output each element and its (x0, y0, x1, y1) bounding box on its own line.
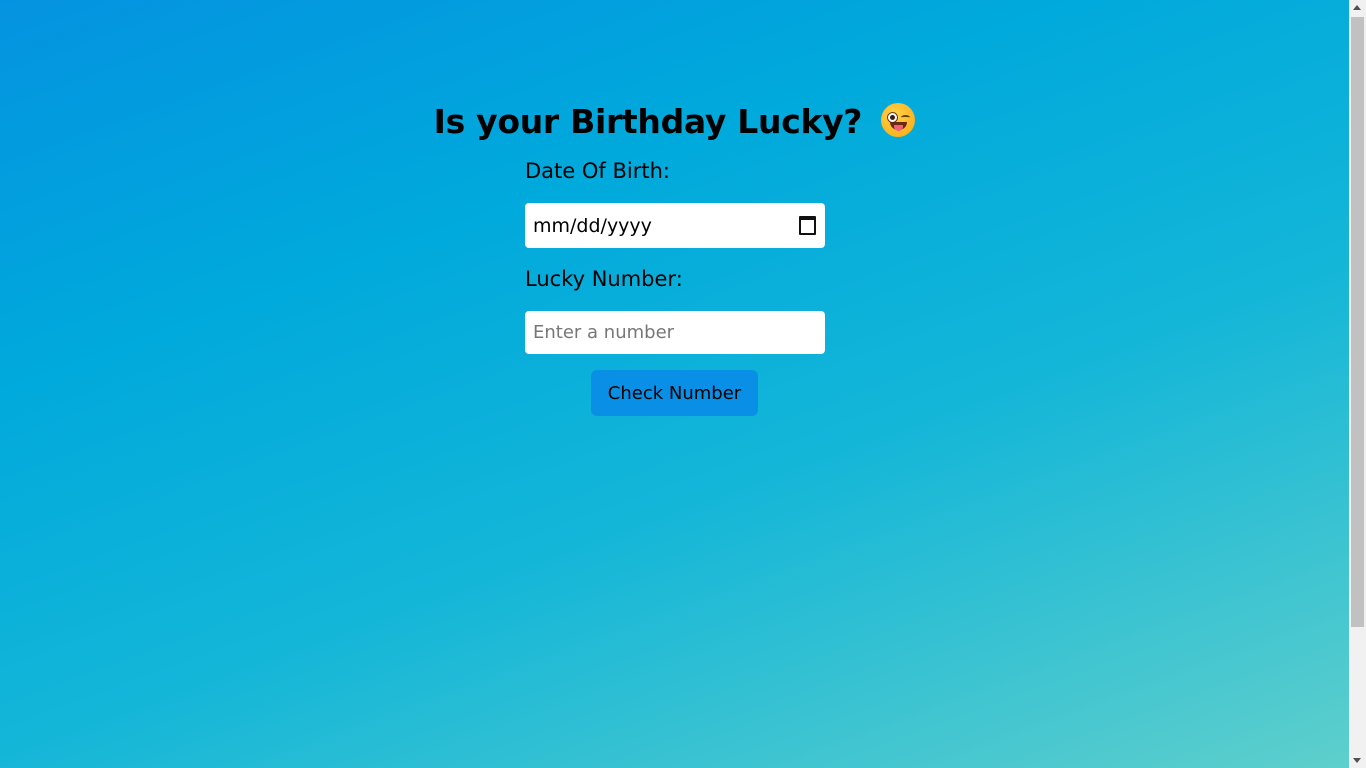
dob-date-input[interactable]: mm/dd/yyyy (525, 203, 825, 248)
lucky-number-label: Lucky Number: (525, 267, 683, 291)
page-background: Is your Birthday Lucky? Date Of Birth: m… (0, 0, 1349, 768)
vertical-scrollbar[interactable] (1349, 0, 1366, 768)
scroll-down-arrow-icon[interactable] (1353, 758, 1361, 763)
dob-label: Date Of Birth: (525, 159, 670, 183)
lucky-number-input[interactable] (533, 322, 817, 343)
lucky-number-field (525, 311, 825, 354)
calendar-icon[interactable] (799, 216, 816, 235)
page-title: Is your Birthday Lucky? (0, 102, 1349, 141)
dob-date-value: mm/dd/yyyy (533, 214, 652, 237)
scroll-up-arrow-icon[interactable] (1353, 5, 1361, 10)
scrollbar-thumb[interactable] (1351, 17, 1364, 627)
check-number-button[interactable]: Check Number (591, 370, 758, 416)
winking-face-emoji-icon (881, 103, 916, 137)
page-title-text: Is your Birthday Lucky? (433, 102, 863, 141)
